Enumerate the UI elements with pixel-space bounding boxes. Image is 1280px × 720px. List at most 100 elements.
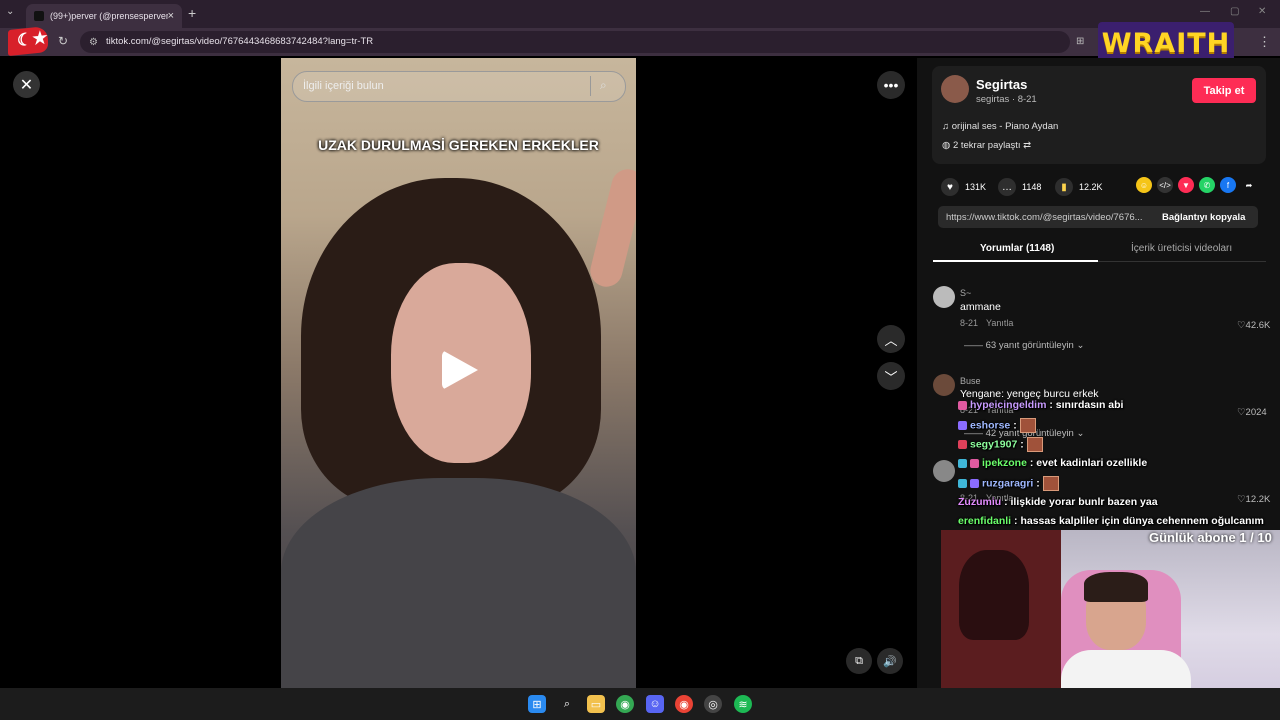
tab-search-icon[interactable]: ⌄ [6, 6, 14, 17]
author-avatar[interactable] [941, 75, 969, 103]
site-info-icon[interactable]: ⚙ [89, 37, 98, 48]
comment-like[interactable]: ♡2024 [1237, 407, 1267, 418]
obs-icon[interactable]: ◎ [704, 695, 722, 713]
view-replies-button[interactable]: —— 63 yanıt görüntüleyin ⌄ [964, 340, 1084, 351]
close-video-button[interactable]: ✕ [13, 71, 40, 98]
tab-creator-videos[interactable]: İçerik üreticisi videoları [1131, 243, 1232, 254]
previous-video-button[interactable]: ︿ [877, 325, 905, 353]
comment-avatar[interactable] [933, 460, 955, 482]
chat-badge-icon [970, 458, 979, 468]
chrome-icon[interactable]: ◉ [616, 695, 634, 713]
chat-message: eshorse : [958, 418, 1036, 433]
daily-subscriber-goal: Günlük abone 1 / 10 [1149, 530, 1272, 545]
video-search-bar[interactable]: İlgili içeriği bulun ⌕ [292, 71, 626, 102]
music-info[interactable]: ♫ orijinal ses - Piano Aydan [942, 121, 1058, 132]
reload-icon[interactable]: ↻ [58, 34, 68, 48]
chat-text: : ilişkide yorar bunlr bazen yaa [1004, 496, 1158, 508]
file-explorer-icon[interactable]: ▭ [587, 695, 605, 713]
comment-like-count: 12.2K [1245, 494, 1271, 505]
url-box[interactable]: ⚙ tiktok.com/@segirtas/video/76764434686… [80, 31, 1070, 53]
follow-button[interactable]: Takip et [1192, 78, 1256, 103]
comment-like[interactable]: ♡42.6K [1237, 320, 1270, 331]
maximize-icon[interactable]: ▢ [1230, 6, 1239, 17]
reply-button[interactable]: Yanıtla [986, 318, 1013, 328]
author-name[interactable]: Segirtas [976, 77, 1027, 92]
pip-button[interactable]: ⧉ [846, 648, 872, 674]
chat-user: hypeicingeldim [970, 399, 1047, 411]
start-menu-icon[interactable]: ⊞ [528, 695, 546, 713]
share-icon[interactable]: ➦ [1241, 177, 1257, 193]
copy-link-button[interactable]: Bağlantıyı kopyala [1162, 212, 1245, 223]
whatsapp-icon[interactable]: ✆ [1199, 177, 1215, 193]
save-stat[interactable]: ▮ 12.2K [1055, 178, 1103, 196]
chat-user: Zuzumiu [958, 496, 1002, 508]
minimize-icon[interactable]: — [1200, 6, 1210, 17]
translate-icon[interactable]: ⊞ [1076, 36, 1084, 47]
chat-emote-icon [1026, 437, 1043, 452]
embed-icon[interactable]: </> [1157, 177, 1173, 193]
browser-menu-icon[interactable]: ⋮ [1258, 34, 1271, 50]
comment-author[interactable]: Buse [960, 376, 981, 386]
heart-outline-icon: ♡ [1237, 407, 1246, 418]
comment-stat[interactable]: … 1148 [998, 178, 1041, 196]
comment-like-count: 2024 [1245, 407, 1267, 418]
chat-message: erenfidanli : hassas kalpliler için düny… [958, 515, 1264, 527]
tiktok-favicon-icon [34, 11, 44, 21]
streamer-hair [1084, 572, 1148, 602]
send-icon[interactable]: ▼ [1178, 177, 1194, 193]
chat-text: : [1013, 419, 1017, 432]
chat-message: segy1907 : [958, 437, 1043, 452]
play-icon[interactable] [442, 350, 478, 390]
chrome-profile-icon[interactable]: ◉ [675, 695, 693, 713]
active-tab-indicator [933, 260, 1098, 262]
facebook-icon[interactable]: f [1220, 177, 1236, 193]
author-handle-date: segirtas · 8-21 [976, 94, 1037, 105]
new-tab-button[interactable]: + [188, 5, 196, 21]
view-replies-text: 63 yanıt görüntüleyin [985, 340, 1074, 351]
search-icon[interactable]: ⌕ [600, 78, 607, 93]
turkish-flag-overlay-icon: ☾★ [8, 25, 48, 57]
chat-user: ipekzone [982, 457, 1027, 469]
chat-message: Zuzumiu : ilişkide yorar bunlr bazen yaa [958, 496, 1158, 508]
chat-emote-icon [1042, 476, 1059, 491]
chat-badge-icon [958, 440, 967, 449]
browser-tab[interactable]: (99+)perver (@prensesperver) | × [26, 4, 182, 28]
volume-icon: 🔊 [883, 655, 897, 668]
chat-badge-icon [970, 479, 979, 488]
comment-avatar[interactable] [933, 286, 955, 308]
url-text: tiktok.com/@segirtas/video/7676443468683… [106, 36, 374, 47]
video-link-text: https://www.tiktok.com/@segirtas/video/7… [946, 212, 1143, 223]
reshare-text: 2 tekrar paylaştı [952, 140, 1021, 151]
like-stat[interactable]: ♥ 131K [941, 178, 986, 196]
music-note-icon: ♫ [942, 121, 952, 132]
tab-divider [1098, 261, 1266, 262]
comment-like[interactable]: ♡12.2K [1237, 494, 1270, 505]
comment-icon: … [998, 178, 1016, 196]
chat-user: ruzgaragri [982, 477, 1034, 490]
music-title: orijinal ses - Piano Aydan [951, 121, 1059, 132]
discord-icon[interactable]: ☺ [646, 695, 664, 713]
streamer-logo-text: WRAITH [1101, 27, 1231, 59]
volume-button[interactable]: 🔊 [877, 648, 903, 674]
spotify-icon[interactable]: ≋ [734, 695, 752, 713]
like-count: 131K [965, 182, 987, 192]
chat-badge-icon [958, 421, 967, 430]
reshare-info[interactable]: ◍ 2 tekrar paylaştı ⇄ [942, 140, 1031, 151]
comment-avatar[interactable] [933, 374, 955, 396]
taskbar-search-icon[interactable]: ⌕ [558, 695, 576, 713]
more-options-button[interactable]: ••• [877, 71, 905, 99]
chevron-down-icon: ﹀ [884, 369, 898, 385]
search-input[interactable]: İlgili içeriği bulun [303, 80, 384, 92]
video-frame-shirt [281, 478, 636, 688]
comment-date: 8-21 [960, 318, 979, 328]
next-video-button[interactable]: ﹀ [877, 362, 905, 390]
tab-close-icon[interactable]: × [168, 10, 174, 22]
comment-like-count: 42.6K [1245, 320, 1271, 331]
comment-author[interactable]: S~ [960, 288, 971, 298]
reshare-avatars-icon: ◍ [942, 140, 953, 151]
tab-comments[interactable]: Yorumlar (1148) [980, 243, 1054, 254]
chat-message: ipekzone : evet kadinlari ozellikle [958, 457, 1147, 469]
window-close-icon[interactable]: ✕ [1258, 6, 1266, 17]
share-friends-icon[interactable]: ☺ [1136, 177, 1152, 193]
chat-badge-icon [958, 479, 967, 488]
